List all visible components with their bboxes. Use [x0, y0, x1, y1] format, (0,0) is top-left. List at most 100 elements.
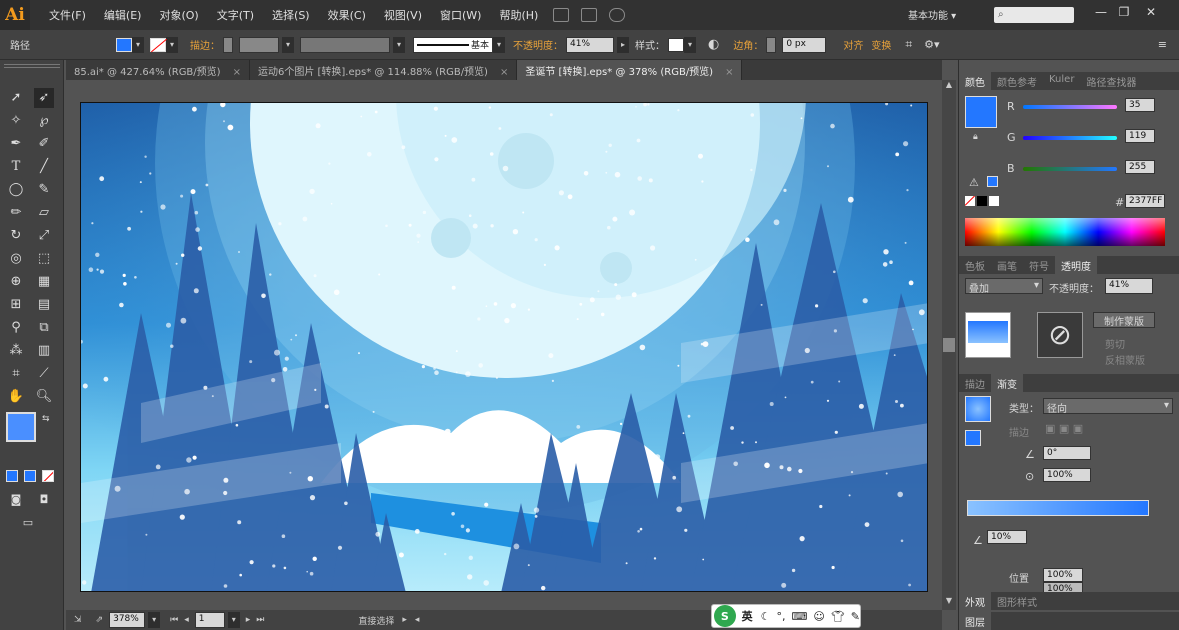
ime-keyboard-icon[interactable]: ⌨: [791, 610, 807, 623]
toolbox-grip[interactable]: [4, 64, 60, 68]
screen-mode-icon[interactable]: ▭: [18, 513, 38, 533]
tab-brushes[interactable]: 画笔: [991, 256, 1023, 274]
menu-item[interactable]: 选择(S): [263, 7, 319, 23]
perspective-grid-tool-icon[interactable]: ▦: [34, 272, 54, 292]
color-panel-fill-swatch[interactable]: [965, 96, 997, 128]
ime-moon-icon[interactable]: ☾: [761, 610, 771, 623]
prev-artboard-icon[interactable]: ◂: [184, 615, 189, 625]
slice-tool-icon[interactable]: ⟋: [34, 364, 54, 384]
mesh-tool-icon[interactable]: ⊞: [6, 295, 26, 315]
b-field[interactable]: 255: [1125, 160, 1155, 174]
gradient-preview[interactable]: [965, 396, 991, 422]
status-menu-icon[interactable]: ▸: [402, 615, 407, 625]
artboard-dropdown[interactable]: ▾: [227, 612, 240, 628]
direct-selection-tool-icon[interactable]: ➶: [34, 88, 54, 108]
blend-tool-icon[interactable]: ⧉: [34, 318, 54, 338]
selection-tool-icon[interactable]: ➚: [6, 88, 26, 108]
gpu-icon[interactable]: [609, 8, 626, 22]
opacity-label[interactable]: 不透明度：: [513, 37, 563, 52]
brush-dropdown[interactable]: ▾: [493, 36, 505, 53]
bridge-icon[interactable]: [553, 8, 570, 22]
symbol-sprayer-tool-icon[interactable]: ⁂: [6, 341, 26, 361]
align-link[interactable]: 对齐: [843, 37, 863, 52]
menu-item[interactable]: 文件(F): [40, 7, 95, 23]
document-tab[interactable]: 运动6个图片 [转换].eps* @ 114.88% (RGB/预览) ×: [249, 60, 518, 80]
ime-language[interactable]: 英: [742, 608, 753, 624]
last-artboard-icon[interactable]: ⏭: [256, 615, 264, 625]
hex-field[interactable]: 2377FF: [1125, 194, 1165, 208]
control-menu-icon[interactable]: ≡: [1158, 38, 1167, 51]
workspace-switcher[interactable]: 基本功能 ▾: [908, 7, 956, 22]
transform-link[interactable]: 变换: [871, 37, 891, 52]
out-of-gamut-icon[interactable]: ⚠: [969, 176, 979, 189]
recolor-icon[interactable]: ◐: [708, 37, 719, 52]
vertical-scrollbar[interactable]: ▲ ▼: [942, 80, 956, 610]
white-swatch[interactable]: [989, 196, 999, 206]
opacity-field[interactable]: 41%: [566, 36, 614, 53]
r-slider[interactable]: [1023, 105, 1117, 109]
gamut-swatch[interactable]: [987, 176, 998, 187]
brush-definition[interactable]: 基本: [413, 36, 493, 53]
graphic-style-swatch[interactable]: [668, 37, 684, 52]
tab-stroke[interactable]: 描边: [959, 374, 991, 392]
tab-transparency[interactable]: 透明度: [1055, 256, 1097, 274]
location-field[interactable]: 100%: [1043, 568, 1083, 582]
tab-symbols[interactable]: 符号: [1023, 256, 1055, 274]
variable-width-profile[interactable]: [300, 36, 390, 53]
tab-layers[interactable]: 图层: [959, 612, 991, 630]
profile-dropdown[interactable]: ▾: [393, 36, 405, 53]
free-transform-tool-icon[interactable]: ⬚: [34, 249, 54, 269]
zoom-tool-icon[interactable]: 🔍︎: [34, 387, 54, 407]
clip-checkbox[interactable]: 剪切: [1105, 336, 1125, 351]
g-slider[interactable]: [1023, 136, 1117, 140]
corner-label[interactable]: 边角：: [733, 37, 763, 52]
tab-pathfinder[interactable]: 路径查找器: [1080, 72, 1142, 90]
gradient-tool-icon[interactable]: ▤: [34, 295, 54, 315]
close-window-button[interactable]: ✕: [1140, 5, 1162, 23]
export-icon[interactable]: ⇗: [96, 615, 104, 625]
menu-item[interactable]: 编辑(E): [95, 7, 151, 23]
menu-item[interactable]: 窗口(W): [431, 7, 490, 23]
minimize-button[interactable]: —: [1090, 5, 1112, 23]
g-field[interactable]: 119: [1125, 129, 1155, 143]
line-tool-icon[interactable]: ╱: [34, 157, 54, 177]
zoom-dropdown[interactable]: ▾: [148, 612, 161, 628]
gradient-slider[interactable]: [967, 500, 1149, 516]
color-mode-icon[interactable]: [6, 470, 18, 482]
document-tab[interactable]: 85.ai* @ 427.64% (RGB/预览) ×: [66, 60, 250, 80]
fill-dropdown[interactable]: ▾: [132, 36, 144, 53]
ime-punct-icon[interactable]: °,: [776, 610, 785, 623]
tab-graphic-styles[interactable]: 图形样式: [991, 592, 1043, 610]
share-icon[interactable]: ⇲: [74, 615, 82, 625]
fill-mini-swatch[interactable]: [965, 430, 981, 446]
maximize-button[interactable]: ❐: [1113, 5, 1135, 23]
artboard-number-field[interactable]: 1: [194, 612, 225, 628]
ime-user-icon[interactable]: ☺: [813, 610, 824, 623]
fill-swatch[interactable]: [116, 37, 132, 52]
menu-item[interactable]: 文字(T): [208, 7, 263, 23]
corner-field[interactable]: 0 px: [782, 36, 827, 53]
tab-close-icon[interactable]: ×: [233, 67, 241, 78]
stroke-weight-field[interactable]: [239, 36, 279, 53]
panel-options-icon[interactable]: ⚙▾: [924, 38, 939, 51]
scroll-down-icon[interactable]: ▼: [942, 596, 956, 610]
style-dropdown[interactable]: ▾: [684, 36, 696, 53]
stroke-stepper[interactable]: [223, 36, 233, 53]
angle-field[interactable]: 0°: [1043, 446, 1091, 460]
arrange-documents-icon[interactable]: [581, 8, 598, 22]
rotate-tool-icon[interactable]: ↻: [6, 226, 26, 246]
hscroll-left-icon[interactable]: ◂: [415, 615, 420, 625]
color-spectrum[interactable]: [965, 218, 1165, 246]
blend-mode-select[interactable]: 叠加 ▾: [965, 278, 1043, 295]
warp-tool-icon[interactable]: ◎: [6, 249, 26, 269]
swap-colors-icon[interactable]: ⇆: [42, 414, 50, 424]
paintbrush-tool-icon[interactable]: ✎: [34, 180, 54, 200]
pencil-tool-icon[interactable]: ✏: [6, 203, 26, 223]
b-slider[interactable]: [1023, 167, 1117, 171]
tab-gradient[interactable]: 渐变: [991, 374, 1023, 392]
magic-wand-tool-icon[interactable]: ✧: [6, 111, 26, 131]
r-field[interactable]: 35: [1125, 98, 1155, 112]
artboard-tool-icon[interactable]: ⌗: [6, 364, 26, 384]
stroke-swatch[interactable]: [150, 37, 167, 52]
none-swatch[interactable]: [965, 196, 975, 206]
